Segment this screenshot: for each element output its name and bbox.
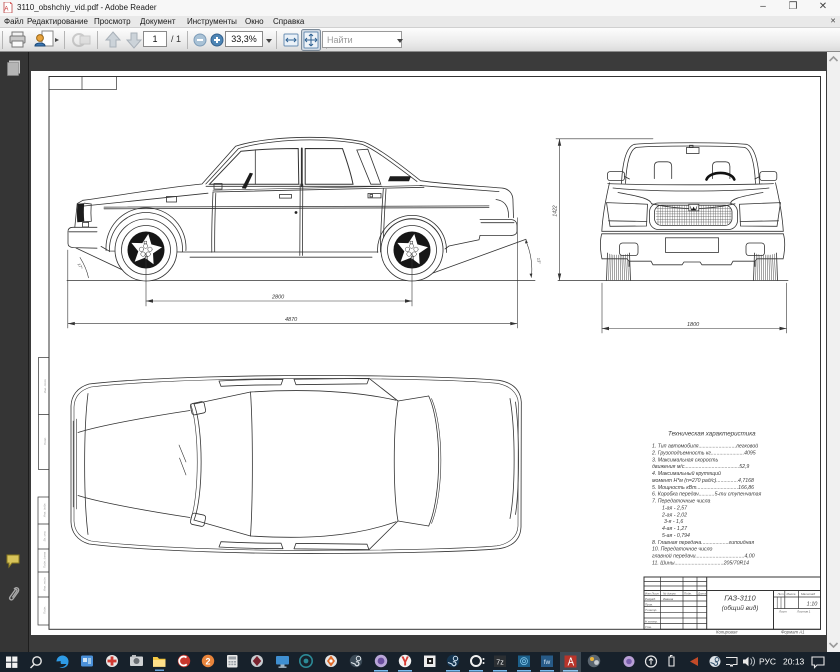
svg-text:20:13: 20:13 [783, 657, 805, 667]
svg-text:Инв. дубл.: Инв. дубл. [43, 503, 47, 518]
svg-text:Масса: Масса [787, 592, 796, 596]
svg-text:ГАЗ-3110: ГАЗ-3110 [724, 594, 756, 603]
svg-text:2-ая - 2,02: 2-ая - 2,02 [661, 512, 687, 518]
svg-text:(общий вид): (общий вид) [722, 604, 759, 612]
svg-text:3-я - 1,6: 3-я - 1,6 [664, 519, 683, 525]
svg-text:Вз. инв.: Вз. инв. [43, 530, 47, 541]
svg-text:Копировал: Копировал [716, 630, 738, 635]
svg-text:Листов 1: Листов 1 [796, 610, 811, 614]
svg-text:5. Мощность кВт..............: 5. Мощность кВт.........................… [652, 485, 754, 491]
svg-text:4870: 4870 [285, 317, 298, 323]
svg-text:Лист: Лист [778, 610, 787, 614]
svg-text:17°: 17° [77, 262, 84, 270]
svg-text:№ докум.: № докум. [663, 591, 676, 595]
svg-text:Техническая характеристика: Техническая характеристика [668, 431, 756, 438]
svg-text:3. Максимальная скорость: 3. Максимальная скорость [652, 457, 719, 463]
svg-text:1800: 1800 [687, 322, 700, 328]
svg-text:1:10: 1:10 [807, 602, 819, 608]
svg-text:13°: 13° [536, 257, 542, 264]
svg-text:Разраб.: Разраб. [645, 597, 656, 601]
svg-text:Подп.: Подп. [684, 591, 692, 595]
svg-text:Формат А1: Формат А1 [781, 630, 805, 635]
svg-text:РУС: РУС [759, 657, 776, 667]
svg-text:1. Тип автомобиля.............: 1. Тип автомобиля.......................… [652, 443, 758, 450]
svg-text:Инв. подл.: Инв. подл. [43, 379, 47, 394]
svg-text:Подп.: Подп. [43, 437, 47, 445]
svg-text:Н.контр.: Н.контр. [645, 619, 658, 623]
svg-text:Масштаб: Масштаб [801, 592, 815, 596]
svg-text:2800: 2800 [271, 295, 285, 301]
svg-text:Подп. дата: Подп. дата [43, 552, 47, 569]
svg-text:Лит.: Лит. [777, 592, 785, 596]
svg-text:fw: fw [544, 659, 551, 666]
svg-text:Иванов: Иванов [663, 597, 674, 601]
svg-text:2. Грузоподъемность кг.......: 2. Грузоподъемность кг..................… [651, 450, 756, 456]
svg-text:8. Главная передача...........: 8. Главная передача...................ги… [652, 540, 754, 546]
svg-text:момент Н*м (n=270 рад/с)......: момент Н*м (n=270 рад/с)...............4… [652, 478, 754, 484]
svg-text:Дата: Дата [697, 591, 706, 595]
svg-text:Подп.: Подп. [43, 606, 47, 614]
svg-text:движения м/с..................: движения м/с............................… [652, 464, 749, 470]
svg-text:6. Коробка передач...........5: 6. Коробка передач...........5-ти ступен… [652, 492, 762, 498]
svg-text:Изм Лист: Изм Лист [645, 591, 660, 595]
svg-text:главной передачи..............: главной передачи........................… [652, 553, 755, 560]
svg-text:5-ая - 0,794: 5-ая - 0,794 [662, 533, 690, 539]
svg-text:11. Шины......................: 11. Шины................................… [652, 560, 749, 566]
svg-text:1422: 1422 [553, 205, 559, 216]
svg-text:2: 2 [205, 656, 210, 666]
svg-text:A: A [4, 7, 8, 13]
svg-text:7z: 7z [496, 660, 504, 667]
svg-text:Пров.: Пров. [645, 602, 653, 606]
svg-text:7. Передаточные числа: 7. Передаточные числа [652, 499, 711, 505]
svg-text:Утв.: Утв. [645, 625, 652, 629]
svg-text:4-ая - 1,27: 4-ая - 1,27 [662, 526, 688, 532]
svg-text:Инв. подл.: Инв. подл. [43, 577, 47, 592]
svg-text:4. Максимальный крутящий: 4. Максимальный крутящий [652, 470, 721, 477]
svg-text:1-ая - 2,57: 1-ая - 2,57 [662, 505, 688, 511]
svg-text:10. Передаточное число: 10. Передаточное число [652, 547, 713, 553]
svg-text:Т.контр.: Т.контр. [645, 608, 657, 612]
